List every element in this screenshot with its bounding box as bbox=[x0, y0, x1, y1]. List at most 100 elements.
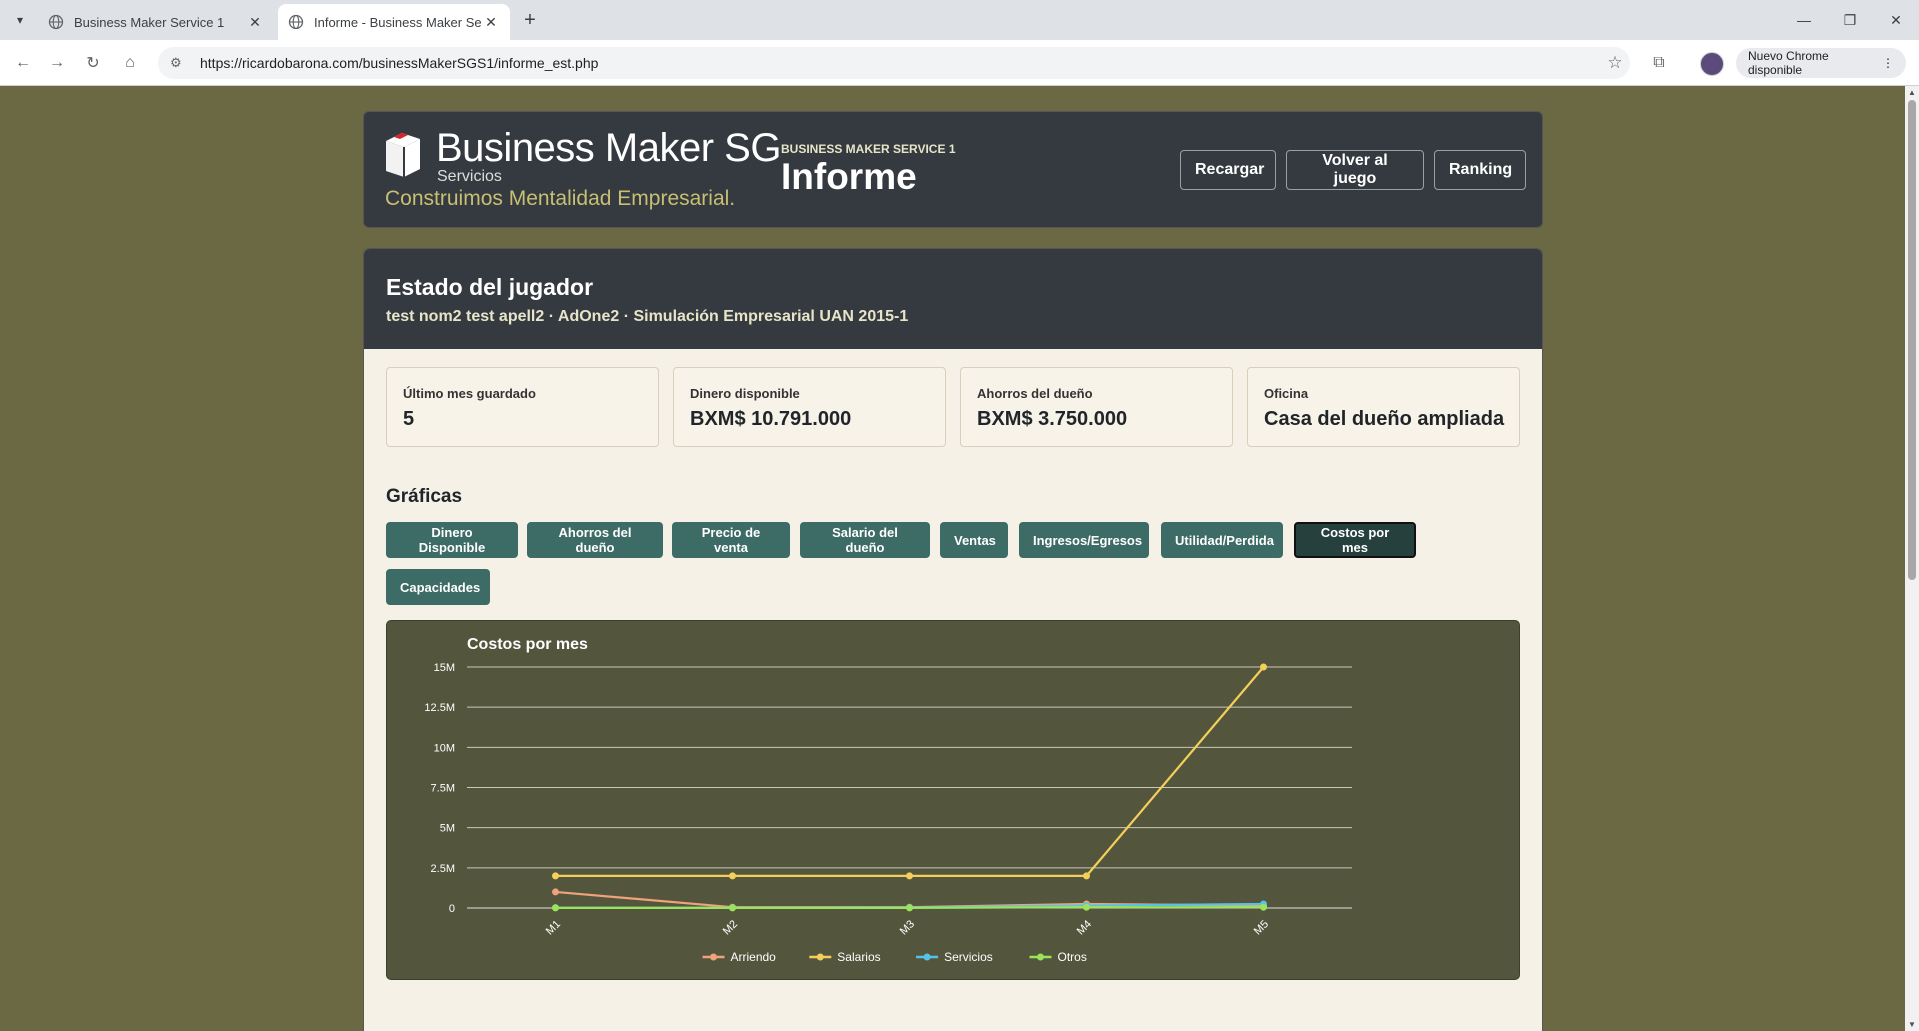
data-point bbox=[552, 904, 559, 912]
browser-tab-bar: ▾ Business Maker Service 1 ✕ Informe - B… bbox=[0, 0, 1919, 40]
site-info-icon[interactable]: ⚙ bbox=[170, 55, 190, 71]
player-state-title: Estado del jugador bbox=[386, 274, 594, 300]
stat-last-month: Último mes guardado 5 bbox=[386, 367, 659, 447]
x-tick-label: M4 bbox=[1075, 918, 1094, 937]
browser-tab-2[interactable]: Informe - Business Maker Servi ✕ bbox=[278, 4, 510, 40]
y-tick-label: 2.5M bbox=[431, 863, 455, 875]
chart-btn-utilidad-perdida[interactable]: Utilidad/Perdida bbox=[1161, 522, 1283, 558]
app-header: Business Maker SG Servicios Construimos … bbox=[363, 111, 1543, 228]
costs-line-chart: Costos por mes 0 2.5M 5M 7.5M 10M 12.5M 15M M1 M2… bbox=[424, 636, 1352, 964]
stat-value: 5 bbox=[403, 408, 415, 430]
chart-btn-costos-mes[interactable]: Costos por mes bbox=[1294, 522, 1416, 558]
profile-avatar[interactable] bbox=[1700, 52, 1724, 76]
minimize-icon[interactable]: — bbox=[1781, 0, 1827, 40]
close-icon[interactable]: ✕ bbox=[482, 14, 500, 31]
chart-btn-salario-dueno[interactable]: Salario del dueño bbox=[800, 522, 930, 558]
stat-label: Dinero disponible bbox=[690, 386, 800, 401]
chart-btn-dinero-disponible[interactable]: Dinero Disponible bbox=[386, 522, 518, 558]
legend-marker bbox=[710, 953, 717, 961]
stat-value: Casa del dueño ampliada bbox=[1264, 408, 1505, 430]
new-tab-icon[interactable]: + bbox=[518, 8, 542, 32]
kebab-menu-icon: ⋮ bbox=[1882, 56, 1894, 70]
y-tick-label: 15M bbox=[434, 662, 455, 674]
url-input[interactable] bbox=[198, 54, 1600, 72]
globe-icon bbox=[288, 14, 304, 30]
browser-tab-1[interactable]: Business Maker Service 1 ✕ bbox=[38, 4, 274, 40]
x-tick-label: M5 bbox=[1252, 918, 1271, 937]
globe-icon bbox=[48, 14, 64, 30]
chrome-update-button[interactable]: Nuevo Chrome disponible ⋮ bbox=[1736, 48, 1906, 78]
y-tick-label: 10M bbox=[434, 742, 455, 754]
bookmark-star-icon[interactable]: ☆ bbox=[1600, 53, 1630, 73]
page-scrollbar[interactable]: ▲ ▼ bbox=[1905, 86, 1919, 1031]
browser-toolbar: ← → ↻ ⌂ ⚙ ☆ ⧉ Nuevo Chrome disponible ⋮ bbox=[0, 40, 1919, 86]
player-state-header: Estado del jugador test nom2 test apell2… bbox=[364, 249, 1542, 349]
y-tick-label: 0 bbox=[449, 903, 455, 915]
address-bar[interactable]: ⚙ ☆ bbox=[158, 47, 1630, 79]
stat-available-money: Dinero disponible BXM$ 10.791.000 bbox=[673, 367, 946, 447]
page-title: Informe bbox=[781, 156, 917, 197]
data-point bbox=[906, 872, 913, 880]
charts-section-title: Gráficas bbox=[386, 486, 463, 507]
reload-icon[interactable]: ↻ bbox=[80, 50, 106, 76]
extensions-icon[interactable]: ⧉ bbox=[1646, 50, 1672, 76]
tab-title: Business Maker Service 1 bbox=[74, 14, 225, 30]
brand-subtitle: Servicios bbox=[437, 168, 502, 185]
chart-btn-ahorros-dueno[interactable]: Ahorros del dueño bbox=[527, 522, 663, 558]
legend-label: Arriendo bbox=[731, 950, 777, 964]
data-point bbox=[1083, 872, 1090, 880]
legend-marker bbox=[923, 953, 931, 961]
x-tick-label: M3 bbox=[898, 918, 917, 937]
stat-office: Oficina Casa del dueño ampliada bbox=[1247, 367, 1520, 447]
chart-btn-ingresos-egresos[interactable]: Ingresos/Egresos bbox=[1019, 522, 1149, 558]
ranking-button[interactable]: Ranking bbox=[1434, 150, 1526, 190]
window-close-icon[interactable]: ✕ bbox=[1873, 0, 1919, 40]
brand-tagline: Construimos Mentalidad Empresarial. bbox=[385, 187, 736, 210]
page-viewport: Business Maker SG Servicios Construimos … bbox=[0, 86, 1905, 1031]
series-line-salarios bbox=[555, 666, 1265, 877]
chart-btn-capacidades[interactable]: Capacidades bbox=[386, 569, 490, 605]
stat-value: BXM$ 3.750.000 bbox=[977, 408, 1128, 430]
data-point bbox=[552, 872, 559, 880]
data-point bbox=[1260, 903, 1267, 911]
back-arrow-icon[interactable]: ← bbox=[10, 50, 36, 76]
data-point bbox=[1260, 663, 1267, 671]
tab-title: Informe - Business Maker Servi bbox=[314, 14, 482, 30]
update-label: Nuevo Chrome disponible bbox=[1748, 49, 1829, 77]
chart-container: Costos por mes 0 2.5M 5M 7.5M 10M 12.5M 15M M1 M2… bbox=[386, 620, 1520, 980]
player-state-card: Estado del jugador test nom2 test apell2… bbox=[363, 248, 1543, 1031]
y-tick-label: 7.5M bbox=[431, 783, 455, 795]
data-point bbox=[552, 888, 559, 896]
stat-label: Ahorros del dueño bbox=[977, 386, 1093, 401]
data-point bbox=[729, 904, 736, 912]
stat-owner-savings: Ahorros del dueño BXM$ 3.750.000 bbox=[960, 367, 1233, 447]
brand-name: Business Maker SG bbox=[436, 126, 781, 170]
chart-btn-precio-venta[interactable]: Precio de venta bbox=[672, 522, 790, 558]
reload-button[interactable]: Recargar bbox=[1180, 150, 1276, 190]
y-tick-label: 12.5M bbox=[424, 702, 455, 714]
close-icon[interactable]: ✕ bbox=[246, 14, 264, 31]
legend-marker bbox=[1037, 953, 1044, 961]
back-to-game-button[interactable]: Volver al juego bbox=[1286, 150, 1424, 190]
x-tick-label: M2 bbox=[721, 918, 740, 937]
legend-label: Salarios bbox=[837, 950, 880, 964]
y-tick-label: 5M bbox=[440, 823, 455, 835]
scroll-up-icon[interactable]: ▲ bbox=[1905, 88, 1919, 97]
forward-arrow-icon[interactable]: → bbox=[44, 50, 70, 76]
x-tick-label: M1 bbox=[544, 918, 563, 937]
scrollbar-thumb[interactable] bbox=[1908, 100, 1916, 580]
chart-title: Costos por mes bbox=[467, 636, 588, 653]
home-icon[interactable]: ⌂ bbox=[117, 50, 143, 76]
logo-icon bbox=[386, 133, 420, 177]
app-name: BUSINESS MAKER SERVICE 1 bbox=[781, 142, 956, 156]
stat-label: Oficina bbox=[1264, 386, 1309, 401]
legend-label: Servicios bbox=[944, 950, 993, 964]
legend-marker bbox=[816, 953, 824, 961]
chart-btn-ventas[interactable]: Ventas bbox=[940, 522, 1008, 558]
scroll-down-icon[interactable]: ▼ bbox=[1905, 1020, 1919, 1029]
legend-label: Otros bbox=[1058, 950, 1087, 964]
stat-value: BXM$ 10.791.000 bbox=[690, 408, 852, 430]
restore-icon[interactable]: ❐ bbox=[1827, 0, 1873, 40]
tab-search-icon[interactable]: ▾ bbox=[8, 8, 32, 32]
stat-label: Último mes guardado bbox=[403, 386, 536, 401]
